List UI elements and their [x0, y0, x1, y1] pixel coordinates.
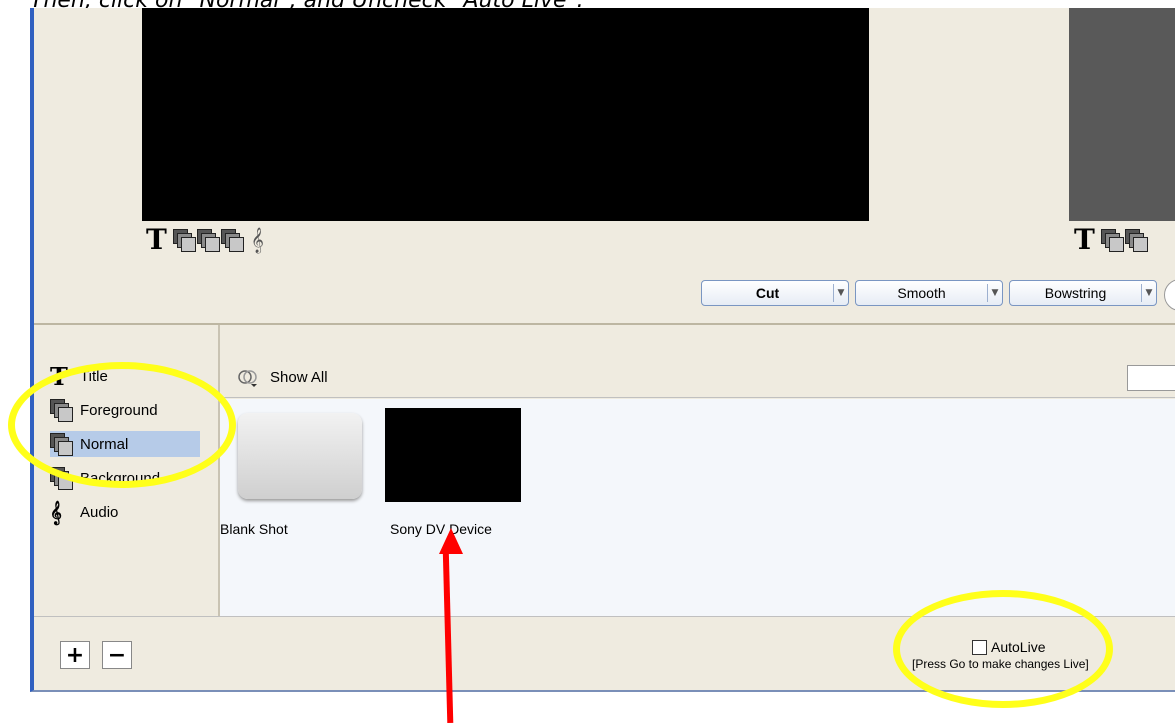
- chevron-down-icon[interactable]: ▼: [1141, 284, 1156, 302]
- foreground-layer-icon[interactable]: [172, 229, 196, 252]
- blank-shot-thumbnail[interactable]: [238, 413, 362, 499]
- remove-button[interactable]: −: [102, 641, 132, 669]
- go-button[interactable]: [1164, 279, 1175, 311]
- audio-icon[interactable]: 𝄞: [251, 228, 264, 253]
- layer-item-audio[interactable]: 𝄞 Audio: [50, 499, 118, 525]
- title-icon[interactable]: T: [146, 226, 167, 254]
- highlight-ellipse-layers: [8, 362, 236, 488]
- live-layer-icons: T: [1074, 226, 1148, 254]
- transition-bar: Cut ▼ Smooth ▼ Bowstring ▼: [701, 280, 1157, 306]
- transition-smooth-dropdown[interactable]: Smooth ▼: [855, 280, 1003, 306]
- live-monitor: [1069, 8, 1175, 221]
- normal-layer-icon[interactable]: [1124, 229, 1148, 252]
- filter-icon[interactable]: [236, 368, 260, 388]
- title-icon[interactable]: T: [1074, 226, 1095, 254]
- transition-cut-dropdown[interactable]: Cut ▼: [701, 280, 849, 306]
- audio-icon: 𝄞: [50, 500, 62, 524]
- shot-label: Blank Shot: [220, 521, 288, 537]
- show-all-filter[interactable]: Show All: [270, 369, 328, 386]
- highlight-ellipse-autolive: [893, 590, 1113, 708]
- chevron-down-icon[interactable]: ▼: [833, 284, 848, 302]
- layer-label: Audio: [80, 503, 119, 521]
- add-button[interactable]: +: [60, 641, 90, 669]
- search-input[interactable]: [1127, 365, 1175, 391]
- transition-bowstring-dropdown[interactable]: Bowstring ▼: [1009, 280, 1157, 306]
- normal-layer-icon[interactable]: [196, 229, 220, 252]
- shots-grid: Blank Shot Sony DV Device: [220, 399, 1175, 616]
- preview-monitor: [142, 8, 869, 221]
- preview-layer-icons: T 𝄞: [146, 226, 264, 254]
- chevron-down-icon[interactable]: ▼: [987, 284, 1002, 302]
- foreground-layer-icon[interactable]: [1100, 229, 1124, 252]
- background-layer-icon[interactable]: [220, 229, 244, 252]
- sony-dv-device-thumbnail[interactable]: [385, 408, 521, 502]
- shots-toolbar: Show All: [220, 358, 1175, 398]
